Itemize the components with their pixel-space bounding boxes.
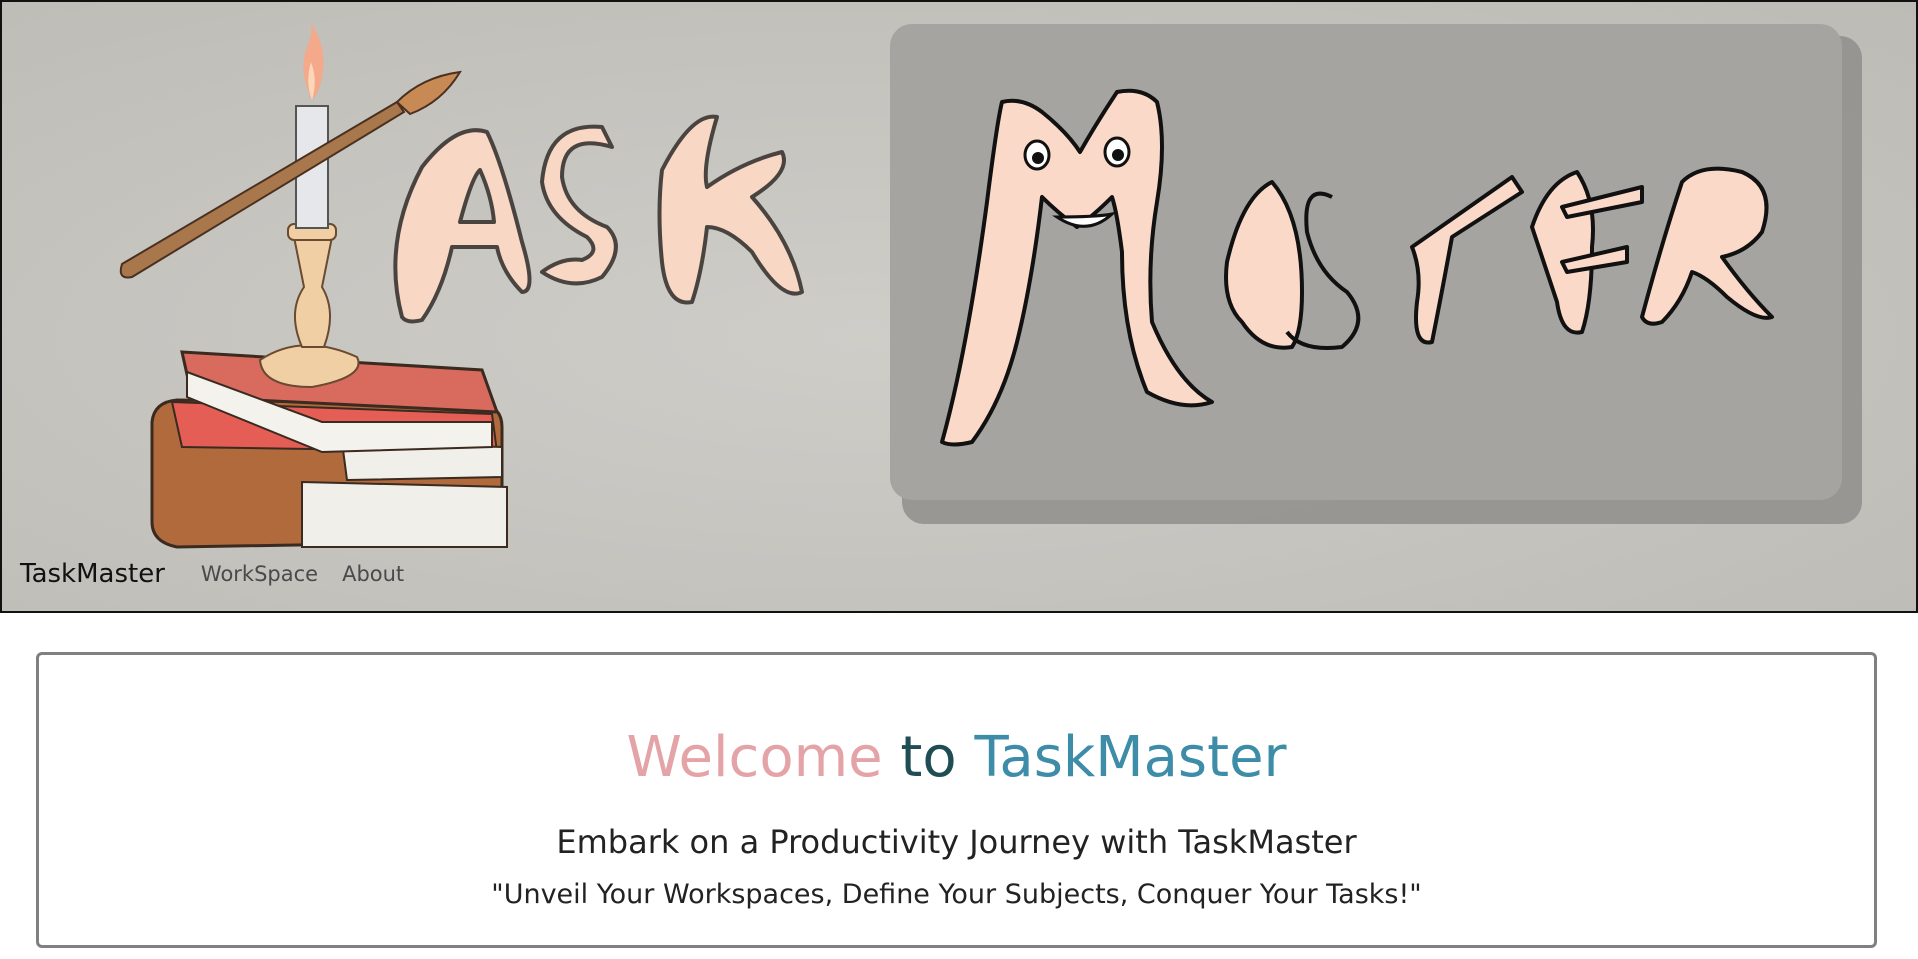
nav-link-about[interactable]: About [342,562,404,586]
nav-link-workspace[interactable]: WorkSpace [201,562,318,586]
welcome-word: Welcome [626,725,883,790]
hero-banner: TaskMaster WorkSpace About [0,0,1918,613]
brand-link[interactable]: TaskMaster [20,559,165,589]
welcome-title: Welcome to TaskMaster [39,723,1874,793]
navbar: TaskMaster WorkSpace About [20,554,428,594]
taskmaster-word: TaskMaster [974,725,1287,790]
candle-icon [258,22,360,389]
welcome-card: Welcome to TaskMaster Embark on a Produc… [36,652,1877,948]
welcome-subtitle: Embark on a Productivity Journey with Ta… [556,823,1357,861]
welcome-tagline: "Unveil Your Workspaces, Define Your Sub… [491,879,1422,910]
taskmaster-logo-illustration [119,22,1862,549]
to-word: to [900,725,957,790]
